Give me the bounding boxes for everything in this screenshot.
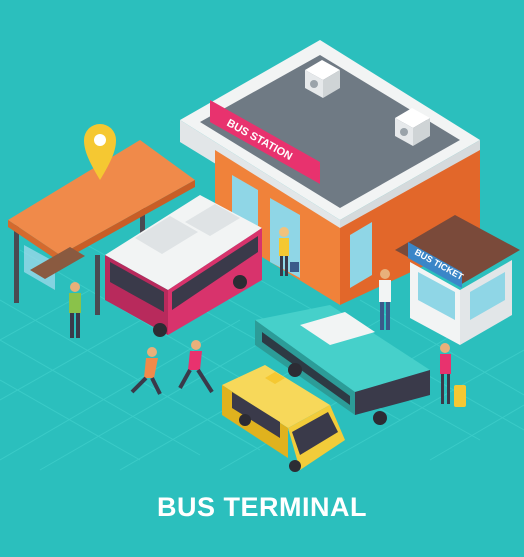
- tourist-with-backpack-person: [69, 282, 81, 338]
- running-woman-person: [178, 340, 214, 394]
- scene-caption: BUS TERMINAL: [157, 492, 367, 522]
- running-man-person: [130, 347, 162, 395]
- isometric-scene: BUS STATION BUS TICKET: [0, 40, 524, 472]
- woman-with-suitcase-person: [440, 343, 466, 407]
- bus-terminal-illustration: BUS STATION BUS TICKET BUS TERMINAL: [0, 0, 524, 557]
